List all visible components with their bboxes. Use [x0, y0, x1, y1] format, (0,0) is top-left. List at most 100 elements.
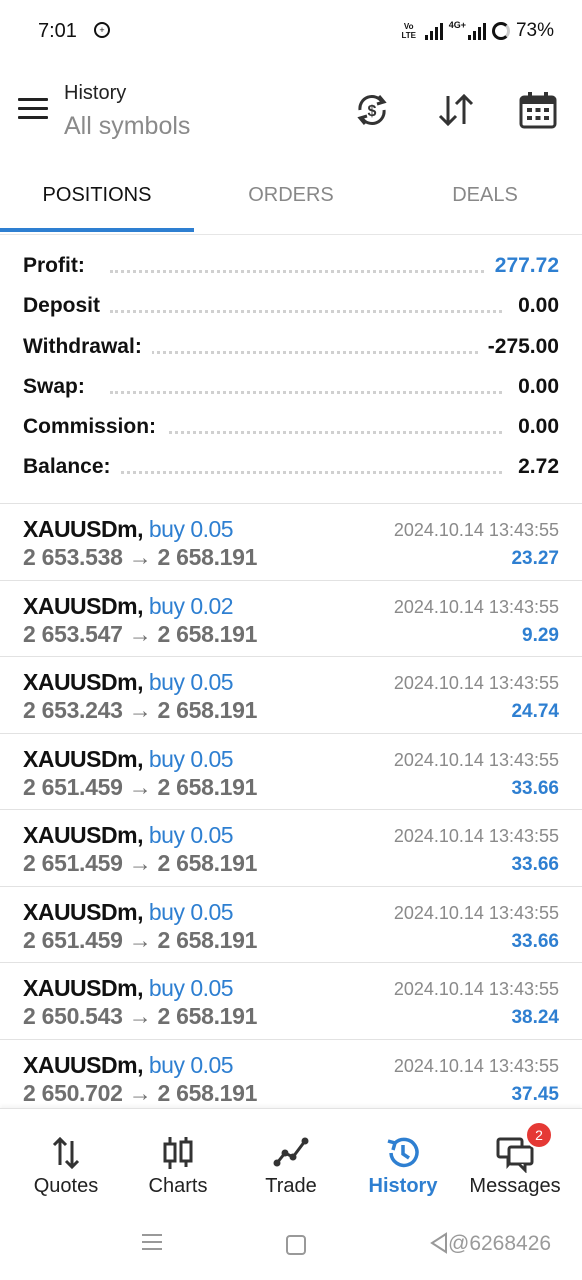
- arrow-icon: →: [128, 926, 152, 953]
- position-symbol: XAUUSDm,: [23, 822, 143, 848]
- svg-text:$: $: [368, 103, 377, 120]
- position-row[interactable]: XAUUSDm, buy 0.05 2 650.543 → 2 658.191 …: [0, 963, 582, 1040]
- close-price: 2 658.191: [157, 850, 258, 876]
- summary-value: 2.72: [508, 455, 559, 480]
- summary-row-commission: Commission: 0.00: [0, 409, 582, 449]
- summary-row-balance: Balance: 2.72: [0, 449, 582, 489]
- position-type: buy 0.02: [148, 592, 234, 619]
- sort-icon[interactable]: [436, 90, 476, 130]
- position-time: 2024.10.14 13:43:55: [393, 520, 559, 540]
- position-type: buy 0.05: [148, 745, 234, 772]
- status-time: 7:01: [38, 20, 77, 42]
- close-price: 2 658.191: [157, 697, 258, 723]
- position-row[interactable]: XAUUSDm, buy 0.02 2 653.547 → 2 658.191 …: [0, 581, 582, 657]
- tab-positions[interactable]: POSITIONS: [0, 160, 194, 232]
- summary-row-deposit: Deposit 0.00: [0, 288, 582, 328]
- close-price: 2 658.191: [157, 1079, 258, 1106]
- summary-value: 0.00: [508, 294, 559, 319]
- summary-value: 0.00: [508, 374, 559, 399]
- summary-panel: Profit: 277.72 Deposit 0.00 Withdrawal: …: [0, 248, 582, 490]
- arrow-icon: →: [128, 773, 152, 800]
- position-symbol: XAUUSDm,: [23, 898, 143, 925]
- position-symbol: XAUUSDm,: [23, 669, 143, 695]
- position-time: 2024.10.14 13:43:55: [393, 979, 559, 999]
- battery-icon: [491, 22, 510, 40]
- position-type: buy 0.05: [148, 669, 234, 695]
- summary-label: Commission:: [23, 415, 167, 440]
- position-profit: 9.29: [522, 624, 559, 646]
- battery-level: 73%: [515, 20, 554, 41]
- close-price: 2 658.191: [157, 544, 258, 570]
- summary-label: Balance:: [23, 455, 121, 480]
- trade-icon: [273, 1137, 309, 1167]
- nav-label: History: [368, 1175, 438, 1197]
- history-tabs: POSITIONS ORDERS DEALS: [0, 160, 582, 235]
- position-symbol: XAUUSDm,: [23, 516, 143, 542]
- summary-row-profit: Profit: 277.72: [0, 248, 582, 288]
- status-bar: 7:01 + Vo LTE 4G+ 73%: [0, 0, 582, 64]
- system-navigation-bar: @6268426: [0, 1220, 582, 1280]
- nav-charts[interactable]: Charts: [120, 1109, 236, 1221]
- nav-label: Messages: [469, 1175, 561, 1197]
- nav-messages[interactable]: 2 Messages: [457, 1109, 573, 1221]
- position-profit: 33.66: [511, 930, 559, 952]
- position-symbol: XAUUSDm,: [23, 1051, 143, 1078]
- position-row[interactable]: XAUUSDm, buy 0.05 2 650.702 → 2 658.191 …: [0, 1040, 582, 1109]
- nav-trade[interactable]: Trade: [233, 1109, 349, 1221]
- position-profit: 33.66: [511, 854, 559, 875]
- open-price: 2 650.702: [23, 1079, 123, 1106]
- position-type: buy 0.05: [148, 975, 234, 1001]
- back-icon[interactable]: [428, 1232, 450, 1254]
- tab-deals[interactable]: DEALS: [388, 160, 582, 232]
- arrow-icon: →: [128, 544, 152, 570]
- symbol-filter[interactable]: All symbols: [64, 112, 190, 141]
- arrow-icon: →: [128, 620, 152, 647]
- arrow-icon: →: [128, 1079, 152, 1106]
- quotes-icon: [52, 1136, 80, 1170]
- summary-value: 0.00: [508, 415, 559, 440]
- position-row[interactable]: XAUUSDm, buy 0.05 2 651.459 → 2 658.191 …: [0, 887, 582, 963]
- position-time: 2024.10.14 13:43:55: [393, 596, 559, 617]
- position-type: buy 0.05: [148, 898, 234, 925]
- summary-label: Withdrawal:: [23, 334, 152, 359]
- watermark: @6268426: [448, 1232, 552, 1255]
- open-price: 2 653.538: [23, 544, 123, 570]
- network-type: 4G+: [448, 20, 466, 30]
- position-time: 2024.10.14 13:43:55: [393, 749, 559, 770]
- position-profit: 24.74: [511, 701, 559, 722]
- position-row[interactable]: XAUUSDm, buy 0.05 2 651.459 → 2 658.191 …: [0, 810, 582, 887]
- position-symbol: XAUUSDm,: [23, 592, 143, 619]
- recent-apps-icon[interactable]: [142, 1234, 162, 1252]
- nav-history[interactable]: History: [345, 1109, 461, 1221]
- position-profit: 37.45: [511, 1083, 559, 1105]
- arrow-icon: →: [128, 850, 152, 876]
- open-price: 2 651.459: [23, 773, 123, 800]
- tab-orders[interactable]: ORDERS: [194, 160, 388, 232]
- volte-icon: Vo LTE: [401, 22, 416, 40]
- summary-label: Profit:: [23, 254, 95, 278]
- home-icon[interactable]: [286, 1235, 306, 1255]
- open-price: 2 651.459: [23, 926, 123, 953]
- nav-label: Charts: [148, 1175, 208, 1197]
- signal-icon-2: [467, 22, 486, 40]
- summary-value: -275.00: [477, 334, 559, 359]
- calendar-icon[interactable]: [518, 90, 558, 130]
- currency-exchange-icon[interactable]: $: [352, 90, 392, 130]
- position-row[interactable]: XAUUSDm, buy 0.05 2 653.243 → 2 658.191 …: [0, 657, 582, 734]
- page-title: History: [64, 82, 127, 104]
- summary-label: Deposit: [23, 294, 111, 319]
- position-row[interactable]: XAUUSDm, buy 0.05 2 651.459 → 2 658.191 …: [0, 734, 582, 810]
- close-price: 2 658.191: [157, 620, 258, 647]
- nav-quotes[interactable]: Quotes: [8, 1109, 124, 1221]
- hamburger-menu-icon[interactable]: [18, 98, 48, 122]
- signal-icon: [424, 22, 443, 40]
- position-type: buy 0.05: [148, 1051, 234, 1078]
- summary-label: Swap:: [23, 374, 95, 399]
- open-price: 2 653.547: [23, 620, 123, 647]
- close-price: 2 658.191: [157, 773, 258, 800]
- open-price: 2 653.243: [23, 697, 123, 723]
- close-price: 2 658.191: [157, 1003, 258, 1029]
- position-row[interactable]: XAUUSDm, buy 0.05 2 653.538 → 2 658.191 …: [0, 504, 582, 581]
- nav-label: Trade: [265, 1175, 317, 1197]
- position-time: 2024.10.14 13:43:55: [393, 902, 559, 923]
